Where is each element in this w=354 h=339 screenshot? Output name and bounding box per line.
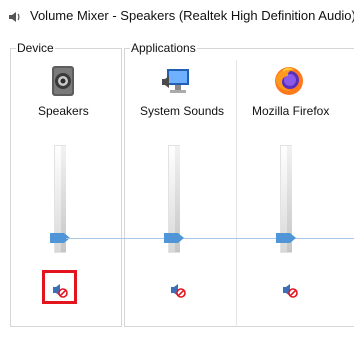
firefox-icon[interactable] <box>273 65 305 97</box>
system-sounds-icon[interactable] <box>161 65 193 97</box>
mute-firefox-button[interactable] <box>282 282 298 298</box>
volume-slider-thumb[interactable] <box>276 233 296 243</box>
volume-icon <box>9 12 20 22</box>
app-name-firefox: Mozilla Firefox <box>252 104 330 118</box>
app-name-system-sounds: System Sounds <box>140 104 225 118</box>
mute-system-sounds-button[interactable] <box>170 282 186 298</box>
applications-group-box <box>124 48 354 327</box>
device-name: Speakers <box>38 104 89 118</box>
window-title: Volume Mixer - Speakers (Realtek High De… <box>30 8 354 23</box>
balance-line <box>66 238 354 239</box>
column-divider <box>236 60 237 327</box>
speaker-device-icon[interactable] <box>47 65 79 97</box>
title-bar: Volume Mixer - Speakers (Realtek High De… <box>0 0 354 33</box>
device-group-label: Device <box>16 41 55 55</box>
volume-slider-thumb[interactable] <box>164 233 184 243</box>
applications-group-label: Applications <box>130 41 197 55</box>
mute-highlight-box <box>42 270 77 304</box>
